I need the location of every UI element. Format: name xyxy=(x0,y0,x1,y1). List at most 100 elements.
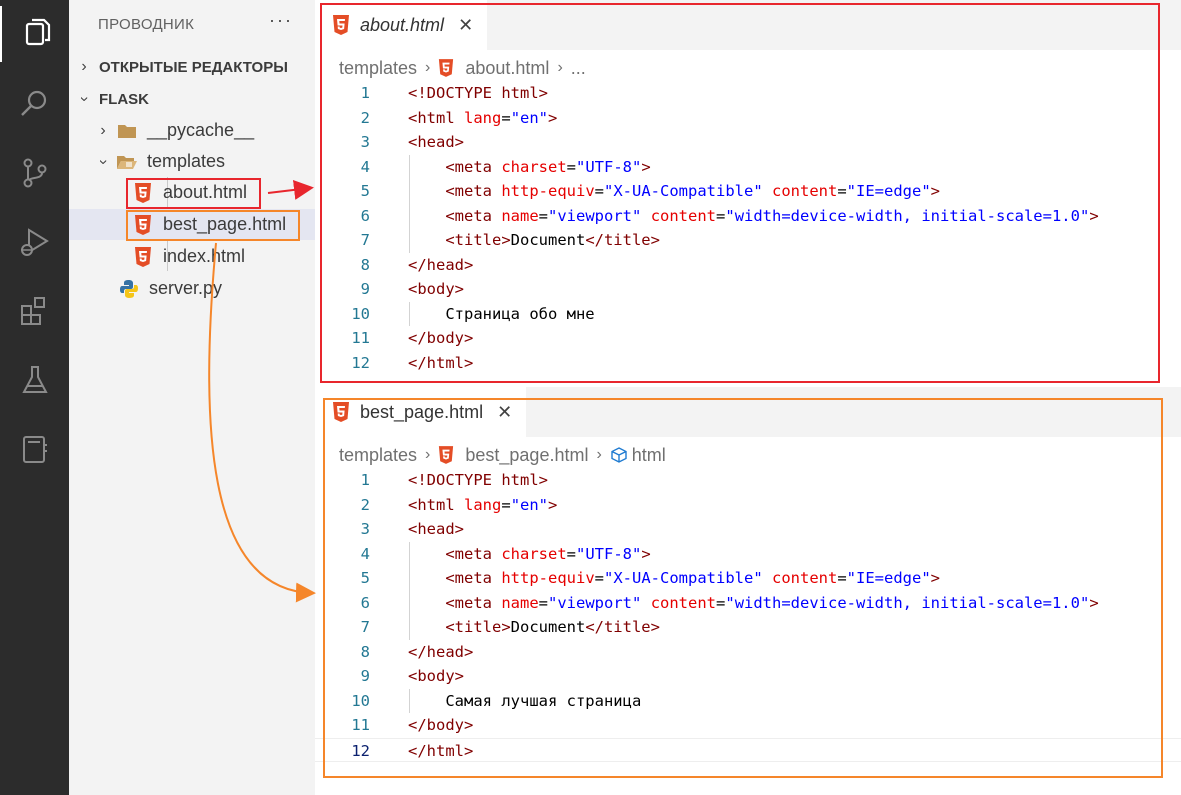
code-line: 11 </body> xyxy=(315,326,1181,351)
tree-item-best-page-html[interactable]: best_page.html xyxy=(69,209,315,240)
explorer-sidebar: ПРОВОДНИК ··· › ОТКРЫТЫЕ РЕДАКТОРЫ › FLA… xyxy=(69,0,315,795)
breadcrumb-file[interactable]: about.html xyxy=(465,58,549,79)
notebook-icon[interactable] xyxy=(0,421,69,477)
code-line: 12 </html> xyxy=(315,351,1181,376)
chevron-right-icon: › xyxy=(425,446,431,463)
explorer-icon[interactable] xyxy=(0,6,69,62)
code-line: 4 <meta charset="UTF-8"> xyxy=(315,155,1181,180)
code-line: 3 <head> xyxy=(315,517,1181,542)
line-number: 3 xyxy=(360,133,370,151)
tree-item-label: __pycache__ xyxy=(147,120,255,140)
code-line: 7 <title>Document</title> xyxy=(315,615,1181,640)
chevron-down-icon: › xyxy=(95,158,112,165)
breadcrumb-symbol[interactable]: html xyxy=(632,445,666,466)
code-editor[interactable]: 1 <!DOCTYPE html> 2 <html lang="en"> 3 <hea… xyxy=(315,81,1181,375)
open-editors-label: ОТКРЫТЫЕ РЕДАКТОРЫ xyxy=(99,58,288,76)
code-line: 6 <meta name="viewport" content="width=d… xyxy=(315,591,1181,616)
code-line: 7 <title>Document</title> xyxy=(315,228,1181,253)
run-debug-icon[interactable] xyxy=(0,214,69,270)
line-number: 11 xyxy=(351,329,370,347)
line-number: 12 xyxy=(351,353,370,372)
line-number: 8 xyxy=(360,255,370,274)
tree-item-about-html[interactable]: about.html xyxy=(69,177,315,208)
html5-icon xyxy=(439,59,454,77)
code-line: 9 <body> xyxy=(315,277,1181,302)
flask-folder-section[interactable]: › FLASK xyxy=(69,84,315,114)
tab-label: best_page.html xyxy=(360,401,484,422)
tab-strip: about.html ✕ xyxy=(315,0,1181,50)
line-number: 6 xyxy=(360,206,370,225)
tree-item-label: about.html xyxy=(163,182,248,202)
code-line: 1 <!DOCTYPE html> xyxy=(315,81,1181,106)
chevron-right-icon: › xyxy=(557,59,563,76)
chevron-right-icon: › xyxy=(596,446,602,463)
tree-item-index-html[interactable]: index.html xyxy=(69,241,315,272)
line-number: 4 xyxy=(360,544,370,563)
flask-folder-label: FLASK xyxy=(99,90,149,108)
code-line-current: 12 </html> xyxy=(315,737,1181,762)
breadcrumb-symbol[interactable]: ... xyxy=(571,58,586,79)
breadcrumb-folder[interactable]: templates xyxy=(339,58,417,79)
html5-icon xyxy=(131,181,155,205)
extensions-icon[interactable] xyxy=(0,283,69,339)
line-number: 2 xyxy=(360,495,370,514)
breadcrumb-folder[interactable]: templates xyxy=(339,445,417,466)
tree-item-label: server.py xyxy=(149,278,223,298)
code-line: 8 </head> xyxy=(315,253,1181,278)
close-icon[interactable]: ✕ xyxy=(497,402,512,423)
code-line: 1 <!DOCTYPE html> xyxy=(315,468,1181,493)
breadcrumb-file[interactable]: best_page.html xyxy=(465,445,588,466)
open-editors-section[interactable]: › ОТКРЫТЫЕ РЕДАКТОРЫ xyxy=(69,52,315,82)
line-number: 7 xyxy=(360,618,370,636)
code-line: 10 Страница обо мне xyxy=(315,302,1181,327)
code-line: 9 <body> xyxy=(315,664,1181,689)
line-number: 5 xyxy=(360,569,370,587)
code-line: 11 </body> xyxy=(315,713,1181,738)
line-number: 6 xyxy=(360,593,370,612)
line-number: 7 xyxy=(360,231,370,249)
chevron-right-icon: › xyxy=(81,58,87,75)
code-line: 6 <meta name="viewport" content="width=d… xyxy=(315,204,1181,229)
tree-item-templates[interactable]: › templates xyxy=(69,146,315,177)
line-number: 5 xyxy=(360,182,370,200)
line-number: 2 xyxy=(360,108,370,127)
code-editor[interactable]: 1 <!DOCTYPE html> 2 <html lang="en"> 3 <hea… xyxy=(315,468,1181,762)
line-number: 10 xyxy=(351,691,370,710)
code-line: 10 Самая лучшая страница xyxy=(315,689,1181,714)
tab-strip: best_page.html ✕ xyxy=(315,387,1181,437)
line-number: 8 xyxy=(360,642,370,661)
search-icon[interactable] xyxy=(0,76,69,132)
chevron-right-icon: › xyxy=(100,121,106,139)
line-number: 4 xyxy=(360,157,370,176)
code-line: 2 <html lang="en"> xyxy=(315,106,1181,131)
symbol-field-icon xyxy=(611,447,627,463)
chevron-down-icon: › xyxy=(76,96,93,102)
html5-icon xyxy=(333,15,349,35)
line-number: 12 xyxy=(351,741,370,760)
tab-best-page-html[interactable]: best_page.html ✕ xyxy=(315,387,527,437)
line-number: 9 xyxy=(360,667,370,685)
folder-open-icon xyxy=(115,150,139,174)
code-line: 5 <meta http-equiv="X-UA-Compatible" con… xyxy=(315,179,1181,204)
doctype: <!DOCTYPE html> xyxy=(408,84,548,102)
tree-item-server-py[interactable]: server.py xyxy=(69,273,315,304)
source-control-icon[interactable] xyxy=(0,145,69,201)
testing-icon[interactable] xyxy=(0,352,69,408)
tree-item-pycache[interactable]: › __pycache__ xyxy=(69,115,315,146)
tab-about-html[interactable]: about.html ✕ xyxy=(315,0,488,50)
line-number: 9 xyxy=(360,280,370,298)
body-text: Страница обо мне xyxy=(445,304,595,323)
body-text: Самая лучшая страница xyxy=(445,691,642,710)
line-number: 3 xyxy=(360,520,370,538)
breadcrumb: templates › about.html › ... xyxy=(339,56,586,80)
explorer-title: ПРОВОДНИК xyxy=(98,16,195,33)
html5-icon xyxy=(131,213,155,237)
code-line: 4 <meta charset="UTF-8"> xyxy=(315,542,1181,567)
chevron-right-icon: › xyxy=(425,59,431,76)
tree-item-label: templates xyxy=(147,151,226,171)
more-actions-icon[interactable]: ··· xyxy=(269,10,293,31)
close-icon[interactable]: ✕ xyxy=(458,15,473,36)
line-number: 1 xyxy=(360,471,370,489)
html5-icon xyxy=(439,446,454,464)
line-number: 10 xyxy=(351,304,370,323)
